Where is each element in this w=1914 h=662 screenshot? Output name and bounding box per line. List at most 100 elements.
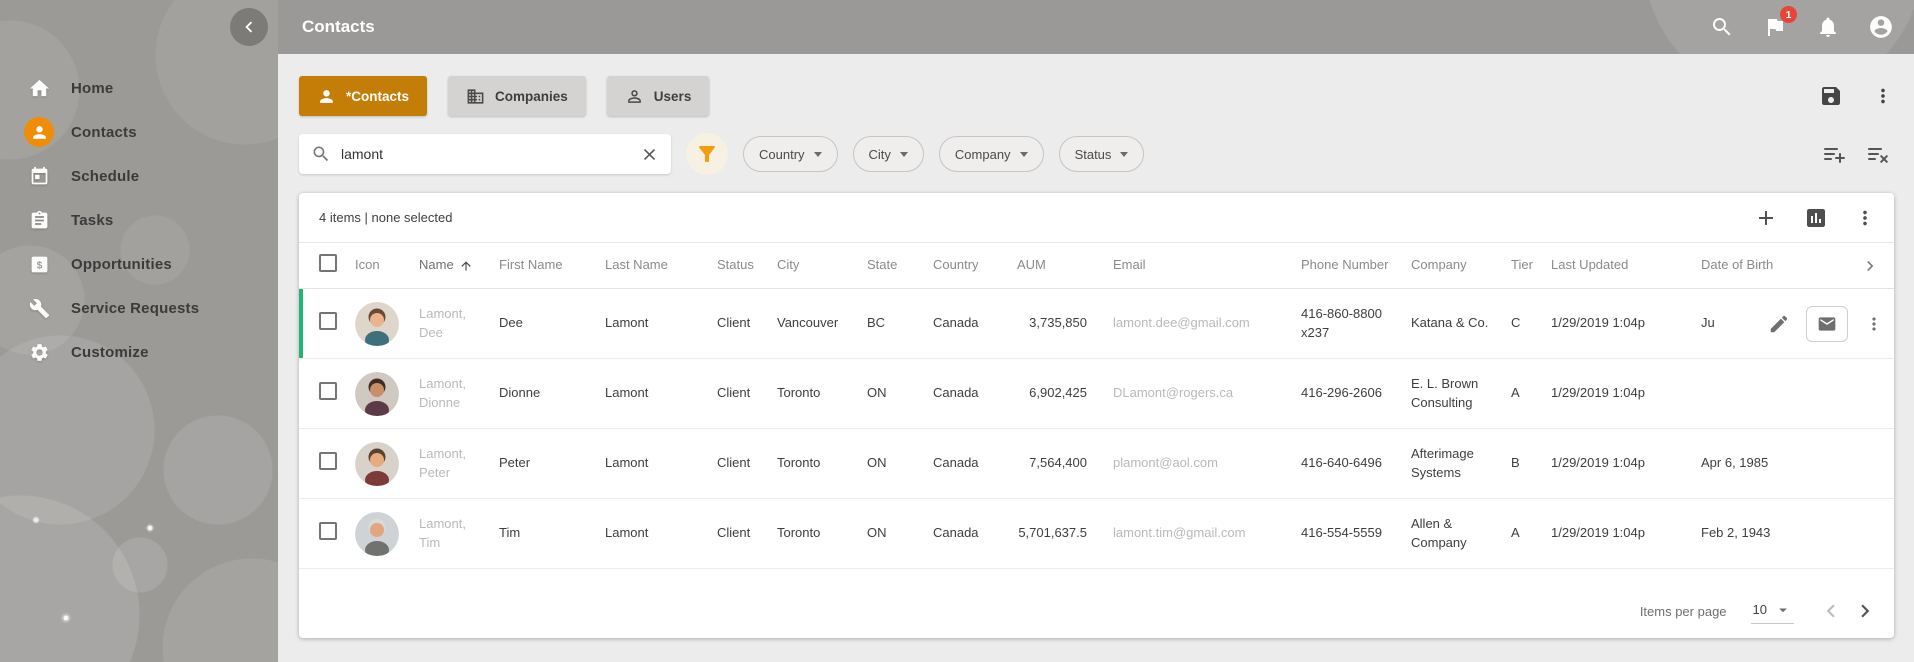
column-header-first-name[interactable]: First Name — [499, 256, 605, 275]
opportunities-icon: $ — [24, 249, 54, 279]
tasks-icon — [24, 205, 54, 235]
search-input[interactable] — [341, 146, 630, 162]
column-header-icon[interactable]: Icon — [355, 256, 419, 275]
table-row[interactable]: Lamont, Dee Dee Lamont Client Vancouver … — [299, 289, 1894, 359]
sidebar-item-label: Opportunities — [71, 256, 172, 273]
clear-sort-button[interactable] — [1866, 142, 1890, 166]
account-circle-icon — [1868, 14, 1894, 40]
column-header-tier[interactable]: Tier — [1511, 256, 1551, 275]
column-header-last-updated[interactable]: Last Updated — [1551, 256, 1701, 275]
add-sort-button[interactable] — [1822, 142, 1846, 166]
tab-companies[interactable]: Companies — [448, 76, 586, 116]
row-more-button[interactable] — [1864, 314, 1884, 334]
chevron-down-icon — [814, 152, 822, 157]
flags-button[interactable]: 1 — [1762, 14, 1788, 40]
column-header-name[interactable]: Name — [419, 256, 499, 275]
cell-country: Canada — [933, 314, 1017, 333]
table-row[interactable]: Lamont, Peter Peter Lamont Client Toront… — [299, 429, 1894, 499]
next-page-button[interactable] — [1852, 598, 1878, 624]
column-header-aum[interactable]: AUM — [1017, 256, 1113, 275]
view-tabs: *Contacts Companies Users — [299, 76, 1894, 116]
plus-icon — [1754, 206, 1778, 230]
filter-chip-city[interactable]: City — [853, 136, 924, 172]
select-all-checkbox[interactable] — [319, 254, 337, 272]
sidebar-item-contacts[interactable]: Contacts — [0, 110, 278, 154]
table-more-button[interactable] — [1854, 207, 1876, 229]
add-contact-button[interactable] — [1754, 206, 1778, 230]
flag-badge: 1 — [1780, 6, 1797, 23]
table-row[interactable]: Lamont, Dionne Dionne Lamont Client Toro… — [299, 359, 1894, 429]
previous-page-button[interactable] — [1818, 598, 1844, 624]
items-per-page-select[interactable]: 10 — [1751, 599, 1794, 624]
column-header-city[interactable]: City — [777, 256, 867, 275]
cell-tier: C — [1511, 314, 1551, 333]
cell-phone: 416-640-6496 — [1301, 454, 1411, 473]
close-icon — [640, 145, 659, 164]
sidebar-nav: Home Contacts Schedule Tasks $ Opportuni… — [0, 66, 278, 374]
table-toolbar: 4 items | none selected — [299, 193, 1894, 243]
save-icon — [1819, 84, 1843, 108]
chevron-left-icon — [1818, 598, 1844, 624]
items-per-page-label: Items per page — [1640, 604, 1727, 619]
column-header-status[interactable]: Status — [717, 256, 777, 275]
sidebar-item-label: Customize — [71, 344, 149, 361]
filter-chip-status[interactable]: Status — [1059, 136, 1145, 172]
cell-state: ON — [867, 384, 933, 403]
email-row-button[interactable] — [1806, 306, 1848, 342]
tab-users[interactable]: Users — [607, 76, 710, 116]
column-header-state[interactable]: State — [867, 256, 933, 275]
scroll-columns-right-button[interactable] — [1860, 256, 1880, 276]
column-header-company[interactable]: Company — [1411, 256, 1511, 275]
edit-row-button[interactable] — [1768, 313, 1790, 335]
sidebar-item-schedule[interactable]: Schedule — [0, 154, 278, 198]
row-checkbox[interactable] — [319, 452, 337, 470]
tab-contacts[interactable]: *Contacts — [299, 76, 427, 116]
chevron-right-icon — [1852, 598, 1878, 624]
toolbar-more-button[interactable] — [1872, 85, 1894, 107]
cell-email: DLamont@rogers.ca — [1113, 384, 1301, 403]
sidebar-item-customize[interactable]: Customize — [0, 330, 278, 374]
table-row[interactable]: Lamont, Tim Tim Lamont Client Toronto ON… — [299, 499, 1894, 569]
tab-label: Users — [654, 89, 692, 104]
row-checkbox[interactable] — [319, 312, 337, 330]
cell-aum: 3,735,850 — [1017, 314, 1113, 333]
cell-tier: A — [1511, 384, 1551, 403]
filter-chip-company[interactable]: Company — [939, 136, 1044, 172]
chart-view-button[interactable] — [1804, 206, 1828, 230]
column-header-country[interactable]: Country — [933, 256, 1017, 275]
row-checkbox[interactable] — [319, 382, 337, 400]
sidebar-item-label: Contacts — [71, 124, 137, 141]
sidebar-item-home[interactable]: Home — [0, 66, 278, 110]
cell-last-name: Lamont — [605, 524, 717, 543]
column-header-last-name[interactable]: Last Name — [605, 256, 717, 275]
cell-state: ON — [867, 524, 933, 543]
cell-status: Client — [717, 314, 777, 333]
sidebar-item-label: Home — [71, 80, 113, 97]
cell-state: BC — [867, 314, 933, 333]
sidebar: Home Contacts Schedule Tasks $ Opportuni… — [0, 0, 278, 662]
search-button[interactable] — [1709, 14, 1735, 40]
building-icon — [466, 87, 485, 106]
column-header-email[interactable]: Email — [1113, 256, 1301, 275]
save-button[interactable] — [1819, 84, 1843, 108]
row-actions — [1734, 289, 1884, 358]
sidebar-item-service-requests[interactable]: Service Requests — [0, 286, 278, 330]
column-header-phone[interactable]: Phone Number — [1301, 256, 1411, 275]
sidebar-item-opportunities[interactable]: $ Opportunities — [0, 242, 278, 286]
row-checkbox[interactable] — [319, 522, 337, 540]
page-title: Contacts — [302, 17, 375, 37]
notifications-button[interactable] — [1815, 14, 1841, 40]
account-button[interactable] — [1868, 14, 1894, 40]
filter-button[interactable] — [686, 133, 728, 175]
clear-search-button[interactable] — [640, 145, 659, 164]
more-vertical-icon — [1854, 207, 1876, 229]
avatar — [355, 372, 399, 416]
sidebar-collapse-button[interactable] — [230, 8, 268, 46]
topbar-icons: 1 — [1709, 14, 1894, 40]
filter-chip-country[interactable]: Country — [743, 136, 838, 172]
sidebar-item-tasks[interactable]: Tasks — [0, 198, 278, 242]
cell-company: Allen & Company — [1411, 515, 1511, 553]
cell-first-name: Peter — [499, 454, 605, 473]
clear-sort-icon — [1866, 142, 1890, 166]
column-header-dob[interactable]: Date of Birth — [1701, 256, 1851, 275]
